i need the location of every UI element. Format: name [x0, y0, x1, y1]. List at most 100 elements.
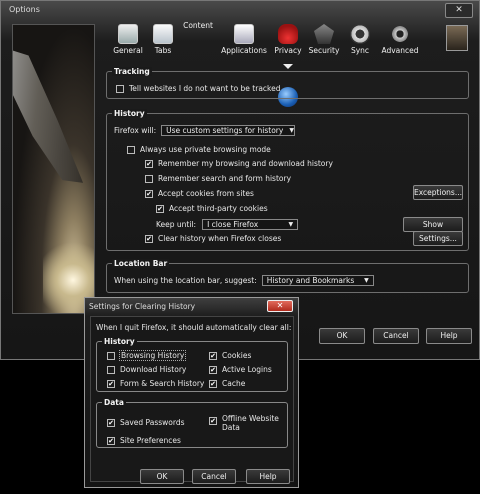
clear-history-label: Clear history when Firefox closes	[158, 234, 282, 243]
dialog-history-legend: History	[102, 337, 137, 346]
saved-passwords-box[interactable]	[107, 418, 115, 427]
location-bar-group: Location Bar When using the location bar…	[106, 259, 469, 293]
history-mode-select[interactable]: Use custom settings for history ▼	[161, 125, 296, 136]
site-preferences-checkbox[interactable]: Site Preferences	[107, 436, 181, 445]
dialog-cancel-button[interactable]: Cancel	[192, 469, 236, 484]
cookies-checkbox[interactable]: Cookies	[209, 351, 251, 360]
clearing-history-dialog: Settings for Clearing History ✕ When I q…	[84, 297, 299, 488]
tab-content[interactable]: Content	[175, 21, 298, 107]
exceptions-button[interactable]: Exceptions...	[413, 185, 463, 200]
remember-search-label: Remember search and form history	[158, 174, 292, 183]
private-browsing-checkbox[interactable]: Always use private browsing mode	[127, 145, 271, 154]
chevron-down-icon: ▼	[288, 221, 294, 228]
clear-history-box[interactable]	[145, 234, 153, 243]
form-search-history-box[interactable]	[107, 379, 115, 388]
ok-button[interactable]: OK	[319, 328, 365, 344]
dialog-data-legend: Data	[102, 398, 126, 407]
space-shuttle-image	[12, 40, 83, 196]
chevron-down-icon: ▼	[289, 127, 294, 134]
help-button[interactable]: Help	[426, 328, 472, 344]
close-window-button[interactable]: ✕	[445, 3, 473, 18]
dialog-close-button[interactable]: ✕	[267, 300, 293, 312]
applications-icon	[234, 24, 254, 44]
accept-cookies-box[interactable]	[145, 189, 153, 198]
accept-cookies-checkbox[interactable]: Accept cookies from sites	[145, 189, 254, 198]
dialog-title: Settings for Clearing History	[89, 302, 196, 311]
saved-passwords-label: Saved Passwords	[120, 418, 185, 427]
dialog-help-button[interactable]: Help	[246, 469, 290, 484]
dialog-body: When I quit Firefox, it should automatic…	[90, 316, 294, 484]
suggest-select[interactable]: History and Bookmarks ▼	[261, 275, 374, 286]
remember-search-box[interactable]	[145, 174, 153, 183]
tabs-icon	[153, 24, 173, 44]
cookies-label: Cookies	[222, 351, 252, 360]
keep-until-select[interactable]: I close Firefox ▼	[202, 219, 299, 230]
chevron-down-icon: ▼	[364, 277, 369, 284]
do-not-track-label: Tell websites I do not want to be tracke…	[129, 84, 281, 93]
suggest-value: History and Bookmarks	[266, 276, 355, 285]
browsing-history-box[interactable]	[107, 351, 115, 360]
remember-browsing-checkbox[interactable]: Remember my browsing and download histor…	[145, 159, 333, 168]
suggest-label: When using the location bar, suggest:	[114, 276, 257, 285]
window-title: Options	[9, 5, 40, 14]
dialog-data-group: Data Saved Passwords Offline Website Dat…	[96, 398, 288, 448]
tab-applications-label: Applications	[221, 46, 267, 55]
privacy-panel: Tracking Tell websites I do not want to …	[104, 64, 474, 314]
download-history-label: Download History	[120, 365, 187, 374]
keep-until-row: Keep until: I close Firefox ▼	[156, 219, 299, 230]
tracking-group: Tracking Tell websites I do not want to …	[106, 67, 469, 99]
remember-browsing-label: Remember my browsing and download histor…	[158, 159, 333, 168]
tab-content-label: Content	[183, 21, 213, 30]
tab-applications[interactable]: Applications	[221, 21, 267, 65]
active-logins-checkbox[interactable]: Active Logins	[209, 365, 272, 374]
third-party-cookies-box[interactable]	[156, 204, 164, 213]
title-bar[interactable]: Options ✕	[1, 1, 479, 21]
offline-data-checkbox[interactable]: Offline Website Data	[209, 414, 282, 432]
cache-checkbox[interactable]: Cache	[209, 379, 245, 388]
browsing-history-checkbox[interactable]: Browsing History	[107, 350, 187, 361]
active-logins-box[interactable]	[209, 365, 217, 374]
download-history-box[interactable]	[107, 365, 115, 374]
cache-label: Cache	[222, 379, 246, 388]
dialog-ok-button[interactable]: OK	[140, 469, 184, 484]
user-avatar	[446, 25, 468, 51]
cookies-box[interactable]	[209, 351, 217, 360]
third-party-cookies-label: Accept third-party cookies	[169, 204, 268, 213]
remember-search-checkbox[interactable]: Remember search and form history	[145, 174, 291, 183]
settings-button[interactable]: Settings...	[413, 231, 463, 246]
cache-box[interactable]	[209, 379, 217, 388]
do-not-track-checkbox[interactable]: Tell websites I do not want to be tracke…	[116, 84, 281, 93]
active-logins-label: Active Logins	[222, 365, 272, 374]
security-icon	[314, 24, 334, 44]
keep-until-value: I close Firefox	[207, 220, 259, 229]
clear-history-checkbox[interactable]: Clear history when Firefox closes	[145, 234, 281, 243]
show-cookies-button[interactable]: Show Cookies...	[403, 217, 463, 242]
cancel-button[interactable]: Cancel	[373, 328, 419, 344]
site-preferences-box[interactable]	[107, 436, 115, 445]
site-preferences-label: Site Preferences	[120, 436, 181, 445]
advanced-icon	[390, 24, 410, 44]
accept-cookies-label: Accept cookies from sites	[158, 189, 254, 198]
form-search-history-checkbox[interactable]: Form & Search History	[107, 379, 204, 388]
third-party-cookies-checkbox[interactable]: Accept third-party cookies	[156, 204, 268, 213]
suggest-row: When using the location bar, suggest: Hi…	[114, 275, 374, 286]
history-mode-value: Use custom settings for history	[166, 126, 284, 135]
dialog-intro: When I quit Firefox, it should automatic…	[96, 323, 291, 332]
tracking-legend: Tracking	[112, 67, 152, 76]
download-history-checkbox[interactable]: Download History	[107, 365, 186, 374]
firefox-will-row: Firefox will: Use custom settings for hi…	[114, 125, 296, 136]
browsing-history-label: Browsing History	[118, 350, 187, 361]
dialog-history-group: History Browsing History Download Histor…	[96, 337, 288, 392]
tab-advanced[interactable]: Advanced	[377, 21, 423, 65]
options-toolbar: General Tabs Content Applications Privac…	[105, 21, 435, 107]
dialog-intro-text: When I quit Firefox, it should automatic…	[96, 323, 292, 332]
do-not-track-box[interactable]	[116, 84, 124, 93]
remember-browsing-box[interactable]	[145, 159, 153, 168]
persona-background-image	[12, 24, 95, 314]
private-browsing-label: Always use private browsing mode	[140, 145, 271, 154]
private-browsing-box[interactable]	[127, 145, 135, 154]
privacy-icon	[278, 24, 298, 44]
offline-data-box[interactable]	[209, 417, 217, 425]
location-bar-legend: Location Bar	[112, 259, 170, 268]
saved-passwords-checkbox[interactable]: Saved Passwords	[107, 418, 185, 427]
